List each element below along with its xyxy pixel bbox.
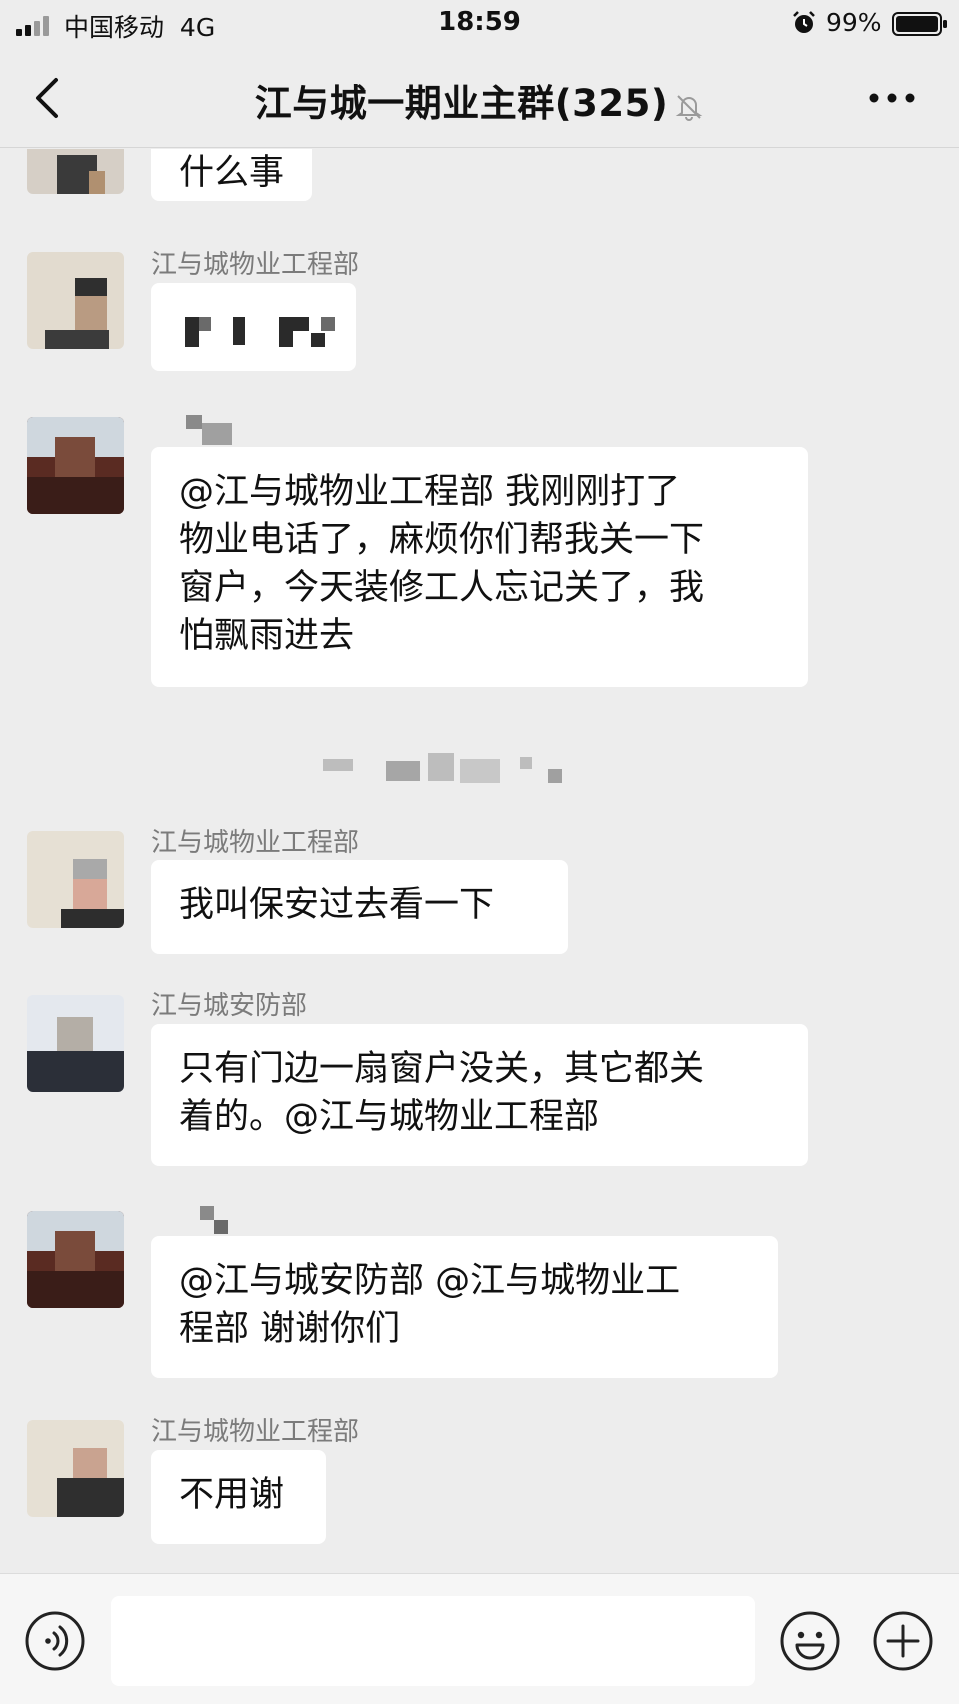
more-icon[interactable] [868, 86, 916, 110]
time-divider-redacted [320, 753, 620, 783]
avatar[interactable] [27, 149, 124, 194]
message-input[interactable] [111, 1596, 755, 1686]
message-list[interactable]: 什么事 江与城物业工程部 @江与城物业工程部 我刚刚打了 物业电话了，麻烦你们帮… [0, 149, 959, 1573]
plus-icon[interactable] [872, 1610, 934, 1672]
message-bubble[interactable]: 什么事 [151, 149, 313, 201]
input-bar [0, 1573, 959, 1704]
status-bar: 中国移动 4G 18:59 99% [0, 0, 959, 48]
message-bubble[interactable]: 只有门边一扇窗户没关，其它都关 着的。@江与城物业工程部 [151, 1024, 808, 1166]
avatar[interactable] [27, 1211, 124, 1308]
message-bubble[interactable]: 我叫保安过去看一下 [151, 860, 568, 954]
sender-name-redacted [186, 415, 246, 445]
chat-screen: 中国移动 4G 18:59 99% 江与城一期业主群(325) 什么事 江与城物… [0, 0, 959, 1704]
avatar[interactable] [27, 1420, 124, 1517]
sender-name: 江与城物业工程部 [151, 250, 360, 280]
message-bubble[interactable]: @江与城物业工程部 我刚刚打了 物业电话了，麻烦你们帮我关一下 窗户，今天装修工… [151, 447, 808, 687]
sender-name: 江与城物业工程部 [151, 1417, 360, 1447]
emoji-icon[interactable] [779, 1610, 841, 1672]
message-bubble[interactable]: @江与城安防部 @江与城物业工 程部 谢谢你们 [151, 1236, 778, 1378]
message-bubble[interactable]: 不用谢 [151, 1450, 326, 1544]
mute-icon [675, 94, 703, 121]
avatar[interactable] [27, 417, 124, 514]
redacted-message[interactable] [151, 283, 356, 371]
voice-icon[interactable] [24, 1610, 86, 1672]
nav-bar: 江与城一期业主群(325) [0, 48, 959, 148]
battery-percent: 99% [826, 8, 882, 37]
avatar[interactable] [27, 252, 124, 349]
battery-icon [892, 12, 947, 36]
sender-name-redacted [186, 1206, 246, 1236]
avatar[interactable] [27, 831, 124, 928]
chat-title-text: 江与城一期业主群(325) [254, 82, 669, 125]
alarm-icon [793, 11, 815, 33]
sender-name: 江与城安防部 [151, 991, 308, 1021]
sender-name: 江与城物业工程部 [151, 828, 360, 858]
avatar[interactable] [27, 995, 124, 1092]
chat-title: 江与城一期业主群(325) [0, 73, 959, 127]
